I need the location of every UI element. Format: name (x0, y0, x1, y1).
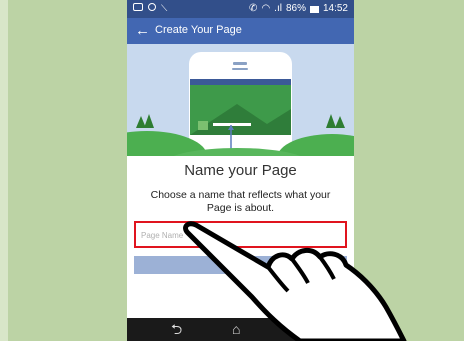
notification-icon (133, 3, 143, 11)
status-bar: ⟍ ✆ ◠ .ıl 86% 14:52 (127, 0, 354, 18)
nav-back-icon[interactable]: ⮌ (171, 321, 182, 337)
muted-icon: ⟍ (161, 3, 168, 13)
android-nav-bar: ⮌ ⌂ ❐ (127, 318, 354, 341)
nav-home-icon[interactable]: ⌂ (232, 321, 240, 337)
app-bar-title: Create Your Page (155, 24, 242, 36)
wifi-icon: ◠ (261, 3, 271, 14)
phone-illustration (127, 44, 354, 156)
app-bar: ← Create Your Page (127, 18, 354, 44)
messenger-icon (148, 3, 156, 11)
page-name-input[interactable] (139, 225, 343, 246)
page-title: Name your Page (184, 162, 297, 179)
battery-percent: 86% (285, 3, 306, 14)
continue-button[interactable] (134, 256, 347, 274)
call-icon: ✆ (249, 3, 258, 14)
back-arrow-icon[interactable]: ← (135, 22, 150, 40)
clock: 14:52 (322, 3, 348, 14)
page-name-field-highlight (134, 221, 347, 248)
page-subtitle: Choose a name that reflects what your Pa… (150, 189, 331, 214)
image-border (0, 0, 8, 341)
nav-recents-icon[interactable]: ❐ (293, 321, 306, 337)
signal-icon: .ıl (274, 3, 282, 14)
battery-icon (309, 5, 319, 13)
phone-screen: ⟍ ✆ ◠ .ıl 86% 14:52 ← Create Your Page N… (127, 0, 354, 341)
hero-illustration (127, 44, 354, 156)
